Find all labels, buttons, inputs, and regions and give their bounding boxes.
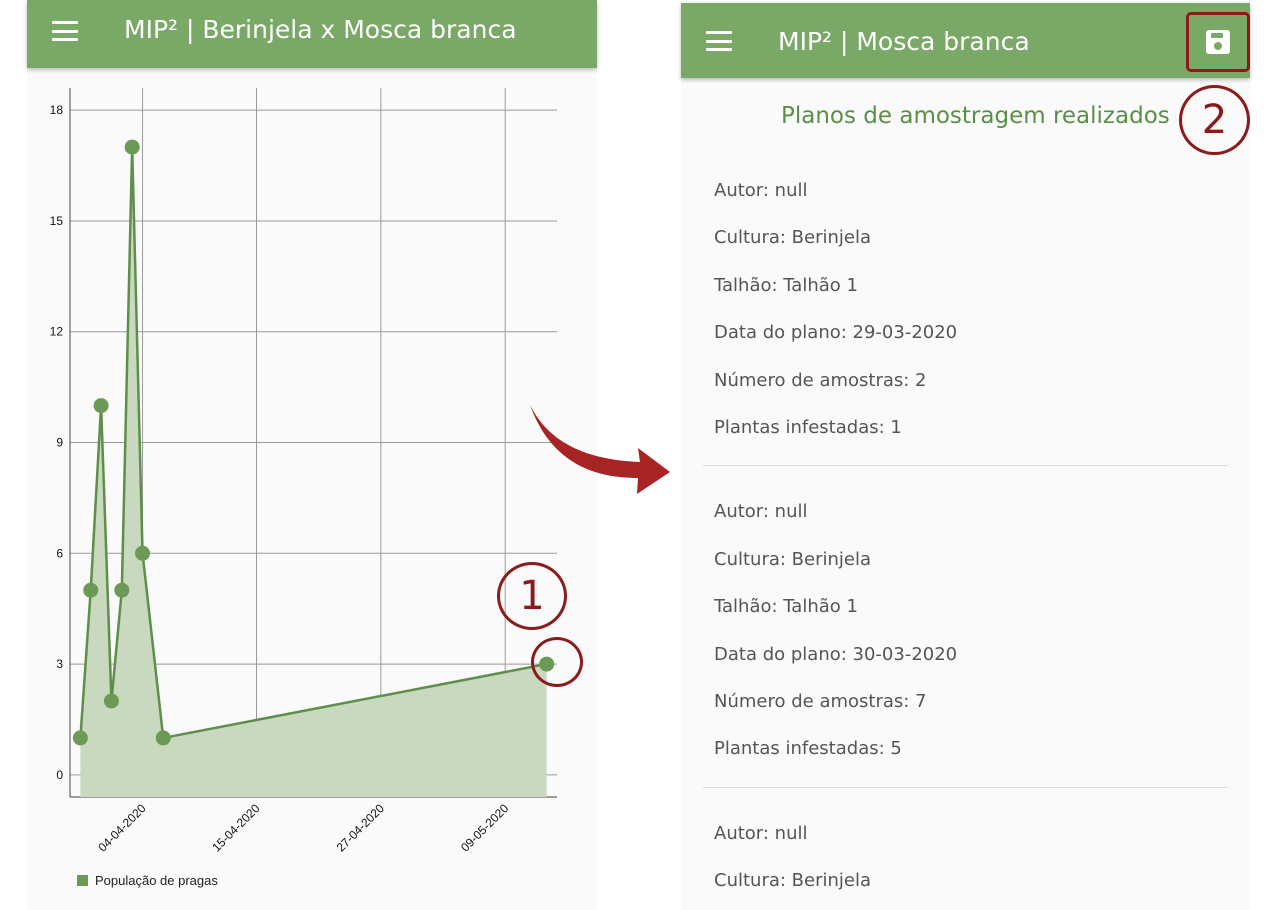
data-point: [155, 730, 171, 746]
y-tick-label: 18: [50, 103, 64, 117]
x-tick-label: 04-04-2020: [95, 801, 149, 855]
plans-screen: MIP² | Mosca branca Planos de amostragem…: [681, 0, 1250, 910]
save-icon: [1206, 30, 1230, 54]
app-title: MIP² | Mosca branca: [778, 27, 1030, 56]
x-tick-label: 09-05-2020: [458, 801, 512, 855]
step-badge-1: 1: [497, 562, 567, 630]
plan-card: Autor: null Cultura: Berinjela: [703, 810, 1228, 910]
plan-author: Autor: null: [714, 180, 808, 201]
plan-culture: Cultura: Berinjela: [714, 227, 871, 249]
plan-culture: Cultura: Berinjela: [714, 870, 871, 892]
plan-infested: Plantas infestadas: 1: [714, 416, 902, 438]
data-point: [114, 582, 130, 598]
data-point: [124, 139, 140, 155]
plan-date: Data do plano: 29-03-2020: [714, 322, 958, 344]
y-tick-label: 15: [50, 214, 64, 228]
series-area: [80, 147, 547, 797]
plan-card: Autor: null Cultura: Berinjela Talhão: T…: [703, 167, 1228, 467]
step-badge-2: 2: [1179, 85, 1250, 155]
plan-infested: Plantas infestadas: 5: [714, 738, 902, 760]
plan-plot: Talhão: Talhão 1: [714, 274, 858, 296]
menu-icon[interactable]: [52, 21, 78, 41]
y-tick-label: 6: [56, 546, 63, 560]
chart-legend: População de pragas: [77, 873, 218, 888]
plan-samples: Número de amostras: 2: [714, 369, 927, 391]
y-tick-label: 9: [56, 436, 63, 450]
chart-svg: 0 3 6 9 12 15 18 04-04-2020 15-04-2020 27-04-2020…: [50, 88, 557, 855]
plan-card: Autor: null Cultura: Berinjela Talhão: T…: [703, 488, 1228, 788]
plan-culture: Cultura: Berinjela: [714, 548, 871, 570]
app-bar: MIP² | Mosca branca: [681, 3, 1250, 78]
plan-date: Data do plano: 30-03-2020: [714, 643, 958, 665]
legend-swatch: [77, 875, 88, 886]
plan-author: Autor: null: [714, 501, 808, 523]
save-button[interactable]: [1186, 12, 1250, 72]
x-tick-label: 15-04-2020: [209, 801, 263, 855]
chart-screen: MIP² | Berinjela x Mosca branca 0 3 6 9 12 15…: [27, 0, 597, 910]
section-title: Planos de amostragem realizados: [781, 103, 1170, 129]
plans-list: Autor: null Cultura: Berinjela Talhão: T…: [703, 167, 1228, 910]
data-point: [72, 730, 88, 746]
plan-author: Autor: null: [714, 822, 808, 844]
plan-samples: Número de amostras: 7: [714, 690, 927, 712]
highlight-ring: [531, 637, 583, 687]
y-tick-label: 12: [50, 325, 64, 339]
app-title: MIP² | Berinjela x Mosca branca: [124, 15, 517, 44]
app-bar: MIP² | Berinjela x Mosca branca: [27, 0, 597, 68]
data-point: [103, 693, 119, 709]
y-tick-label: 0: [56, 768, 63, 782]
plan-plot: Talhão: Talhão 1: [714, 596, 858, 618]
data-point: [83, 582, 99, 598]
x-tick-label: 27-04-2020: [334, 801, 388, 855]
data-point: [135, 545, 151, 561]
menu-icon[interactable]: [706, 31, 732, 51]
legend-label: População de pragas: [95, 873, 218, 888]
y-tick-label: 3: [56, 657, 63, 671]
flow-arrow-icon: [530, 405, 670, 494]
data-point: [93, 398, 109, 414]
pest-population-chart: 0 3 6 9 12 15 18 04-04-2020 15-04-2020 27-04-2020…: [27, 68, 597, 910]
